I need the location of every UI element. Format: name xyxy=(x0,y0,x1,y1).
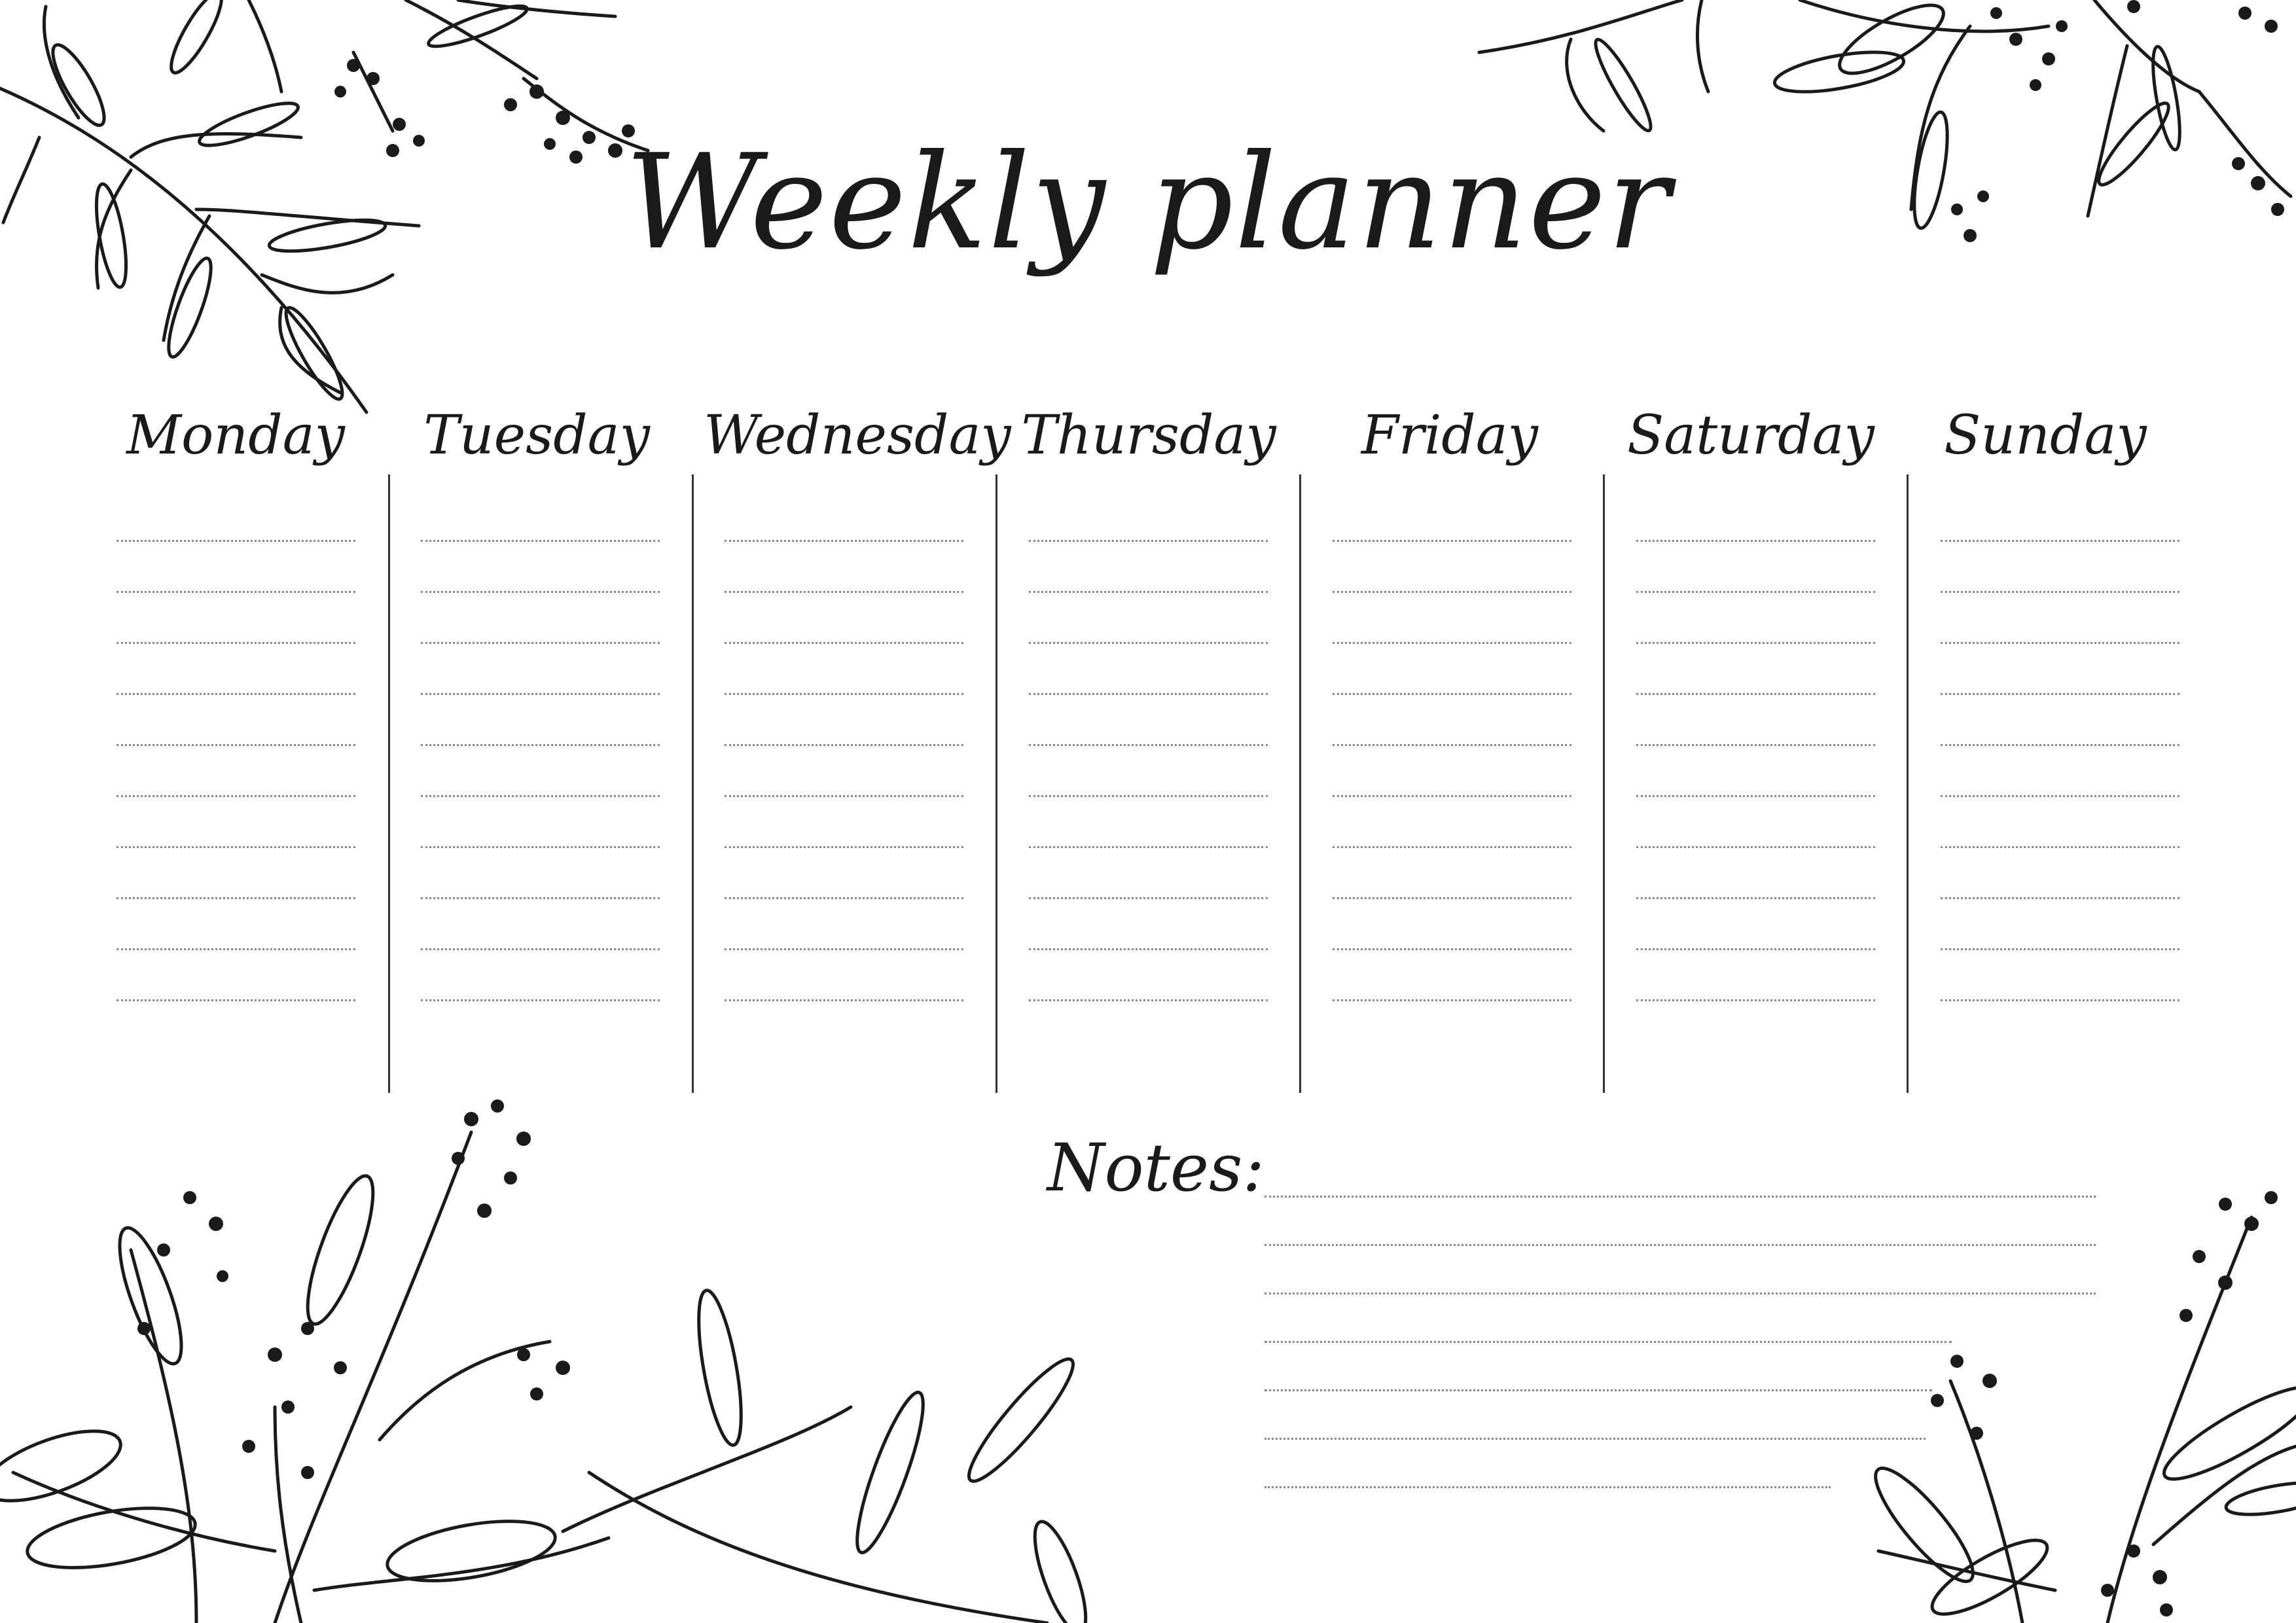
writing-line xyxy=(1941,999,2179,1001)
notes-line xyxy=(1265,1196,2096,1198)
writing-line xyxy=(117,948,355,950)
writing-line xyxy=(1636,591,1875,593)
writing-line xyxy=(421,642,660,644)
column-divider xyxy=(1603,474,1605,1093)
writing-line xyxy=(1333,540,1571,542)
writing-line xyxy=(117,540,355,542)
writing-line xyxy=(1333,795,1571,797)
day-label-monday: Monday xyxy=(126,404,345,467)
writing-line xyxy=(421,846,660,848)
day-label-friday: Friday xyxy=(1361,404,1539,467)
writing-line xyxy=(1941,948,2179,950)
writing-line xyxy=(117,846,355,848)
writing-line xyxy=(1029,540,1268,542)
writing-line xyxy=(1029,897,1268,899)
notes-line xyxy=(1265,1438,1926,1440)
writing-line xyxy=(1636,846,1875,848)
writing-line xyxy=(117,693,355,695)
notes-line xyxy=(1265,1486,1831,1488)
botanical-sprig-icon xyxy=(0,1099,1088,1623)
writing-line xyxy=(1636,948,1875,950)
planner-page: Weekly planner Monday Tuesday Wednesday … xyxy=(0,0,2296,1623)
writing-line xyxy=(1636,540,1875,542)
writing-line xyxy=(1333,999,1571,1001)
writing-line xyxy=(1941,642,2179,644)
page-title: Weekly planner xyxy=(624,126,1672,279)
writing-line xyxy=(725,846,963,848)
writing-line xyxy=(1941,744,2179,746)
writing-line xyxy=(1029,999,1268,1001)
notes-line xyxy=(1265,1293,2096,1294)
writing-line xyxy=(117,999,355,1001)
day-label-saturday: Saturday xyxy=(1627,404,1874,467)
botanical-sprig-icon xyxy=(1874,1191,2296,1623)
writing-line xyxy=(117,642,355,644)
writing-line xyxy=(1029,591,1268,593)
writing-line xyxy=(421,744,660,746)
writing-line xyxy=(421,591,660,593)
writing-line xyxy=(1333,642,1571,644)
writing-line xyxy=(1941,846,2179,848)
writing-line xyxy=(1636,795,1875,797)
writing-line xyxy=(725,744,963,746)
writing-line xyxy=(725,999,963,1001)
notes-line xyxy=(1265,1244,2096,1246)
writing-line xyxy=(1029,846,1268,848)
writing-line xyxy=(421,999,660,1001)
writing-line xyxy=(1029,744,1268,746)
writing-line xyxy=(117,591,355,593)
notes-line xyxy=(1265,1389,1932,1391)
writing-line xyxy=(725,540,963,542)
writing-line xyxy=(725,948,963,950)
writing-line xyxy=(117,897,355,899)
writing-line xyxy=(421,540,660,542)
foliage-bottom-right-decoration xyxy=(1859,1185,2296,1623)
writing-line xyxy=(1941,693,2179,695)
writing-line xyxy=(1636,693,1875,695)
writing-line xyxy=(117,744,355,746)
foliage-bottom-left-decoration xyxy=(0,1080,1113,1623)
writing-line xyxy=(1941,540,2179,542)
day-label-tuesday: Tuesday xyxy=(423,404,650,467)
writing-line xyxy=(1029,693,1268,695)
writing-line xyxy=(1636,642,1875,644)
writing-line xyxy=(421,693,660,695)
writing-line xyxy=(1636,897,1875,899)
notes-label: Notes: xyxy=(1047,1130,1265,1206)
writing-line xyxy=(1333,693,1571,695)
writing-line xyxy=(725,897,963,899)
writing-line xyxy=(117,795,355,797)
writing-line xyxy=(1029,642,1268,644)
writing-line xyxy=(1029,795,1268,797)
writing-line xyxy=(725,642,963,644)
writing-line xyxy=(1941,591,2179,593)
column-divider xyxy=(996,474,997,1093)
writing-line xyxy=(421,795,660,797)
writing-line xyxy=(1333,897,1571,899)
writing-line xyxy=(1333,591,1571,593)
writing-line xyxy=(725,795,963,797)
writing-line xyxy=(1333,744,1571,746)
writing-line xyxy=(421,948,660,950)
writing-line xyxy=(1333,948,1571,950)
writing-line xyxy=(1333,846,1571,848)
writing-line xyxy=(1941,897,2179,899)
column-divider xyxy=(1299,474,1301,1093)
writing-line xyxy=(725,693,963,695)
writing-line xyxy=(1636,999,1875,1001)
writing-line xyxy=(1941,795,2179,797)
column-divider xyxy=(692,474,694,1093)
writing-line xyxy=(725,591,963,593)
column-divider xyxy=(388,474,390,1093)
day-label-wednesday: Wednesday xyxy=(704,404,1011,467)
writing-line xyxy=(421,897,660,899)
writing-line xyxy=(1636,744,1875,746)
notes-line xyxy=(1265,1341,1952,1343)
writing-line xyxy=(1029,948,1268,950)
day-label-thursday: Thursday xyxy=(1021,404,1276,467)
day-label-sunday: Sunday xyxy=(1944,404,2147,467)
column-divider xyxy=(1907,474,1909,1093)
